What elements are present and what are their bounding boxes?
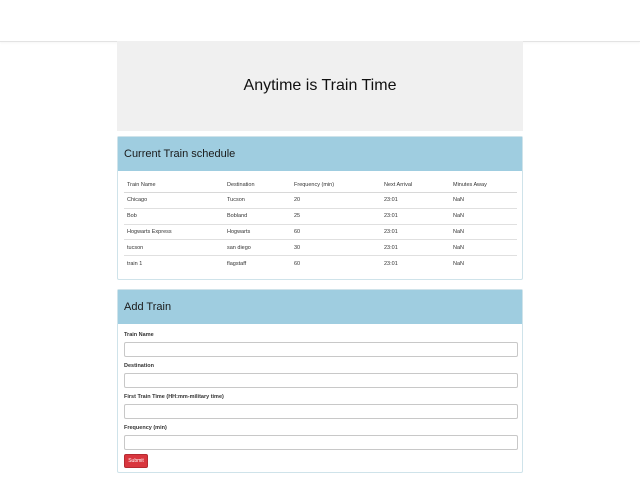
table-cell: Chicago (124, 192, 224, 209)
table-cell: Hogwarts (224, 224, 291, 241)
form-group-frequency: Frequency (min) (124, 423, 518, 450)
train-name-label: Train Name (124, 332, 154, 338)
table-cell: Hogwarts Express (124, 224, 224, 241)
add-train-panel: Add Train Train Name Destination First T… (117, 289, 523, 473)
table-cell: train 1 (127, 260, 143, 267)
table-header-row: Train Name Destination Frequency (min) N… (124, 178, 517, 193)
table-cell: 30 (291, 239, 381, 257)
frequency-input[interactable] (124, 435, 518, 450)
table-row: train 1 flagstaff 60 23:01 NaN (124, 256, 517, 271)
table-cell: 20 (291, 192, 381, 209)
add-train-heading: Add Train (124, 301, 172, 313)
table-cell: NaN (450, 192, 517, 209)
train-name-input[interactable] (124, 342, 518, 357)
table-cell: NaN (450, 239, 517, 257)
add-train-panel-heading: Add Train (118, 290, 522, 324)
form-group-train-name: Train Name (124, 330, 518, 357)
page-title: Anytime is Train Time (243, 77, 397, 94)
column-header: Train Name (124, 178, 224, 193)
schedule-table: Train Name Destination Frequency (min) N… (124, 178, 517, 271)
destination-input[interactable] (124, 373, 518, 388)
schedule-panel: Current Train schedule Train Name Destin… (117, 136, 523, 280)
table-cell: NaN (453, 260, 465, 267)
table-row: Bob Bobland 25 23:01 NaN (124, 208, 517, 225)
table-cell: 23:01 (381, 224, 450, 241)
table-cell: Bob (124, 208, 224, 225)
form-group-first-train-time: First Train Time (HH:mm-military time) (124, 392, 518, 419)
table-cell: 25 (291, 208, 381, 225)
column-header: Frequency (min) (291, 178, 381, 193)
table-cell: tucson (124, 239, 224, 257)
table-cell: 23:01 (381, 208, 450, 225)
table-cell: san diego (224, 239, 291, 257)
destination-label: Destination (124, 363, 154, 369)
frequency-label: Frequency (min) (124, 425, 167, 431)
table-cell: Bobland (224, 208, 291, 225)
table-cell: Tucson (224, 192, 291, 209)
table-cell: 60 (294, 260, 301, 267)
form-group-destination: Destination (124, 361, 518, 388)
first-train-time-input[interactable] (124, 404, 518, 419)
column-header: Minutes Away (450, 178, 517, 193)
table-row: tucson san diego 30 23:01 NaN (124, 239, 517, 257)
schedule-panel-heading: Current Train schedule (118, 137, 522, 171)
jumbotron: Anytime is Train Time (117, 41, 523, 131)
table-cell: 23:01 (384, 260, 398, 267)
table-row: Chicago Tucson 20 23:01 NaN (124, 192, 517, 209)
table-cell: 23:01 (381, 239, 450, 257)
table-cell: NaN (450, 208, 517, 225)
submit-button[interactable]: Submit (124, 454, 148, 468)
first-train-time-label: First Train Time (HH:mm-military time) (124, 394, 224, 400)
top-navbar (0, 0, 640, 42)
column-header: Next Arrival (381, 178, 450, 193)
table-cell: NaN (450, 224, 517, 241)
schedule-heading: Current Train schedule (124, 148, 236, 160)
column-header: Destination (224, 178, 291, 193)
table-cell: 60 (291, 224, 381, 241)
table-cell: flagstaff (227, 260, 247, 267)
table-row: Hogwarts Express Hogwarts 60 23:01 NaN (124, 224, 517, 241)
table-cell: 23:01 (381, 192, 450, 209)
add-train-form: Train Name Destination First Train Time … (124, 330, 518, 454)
